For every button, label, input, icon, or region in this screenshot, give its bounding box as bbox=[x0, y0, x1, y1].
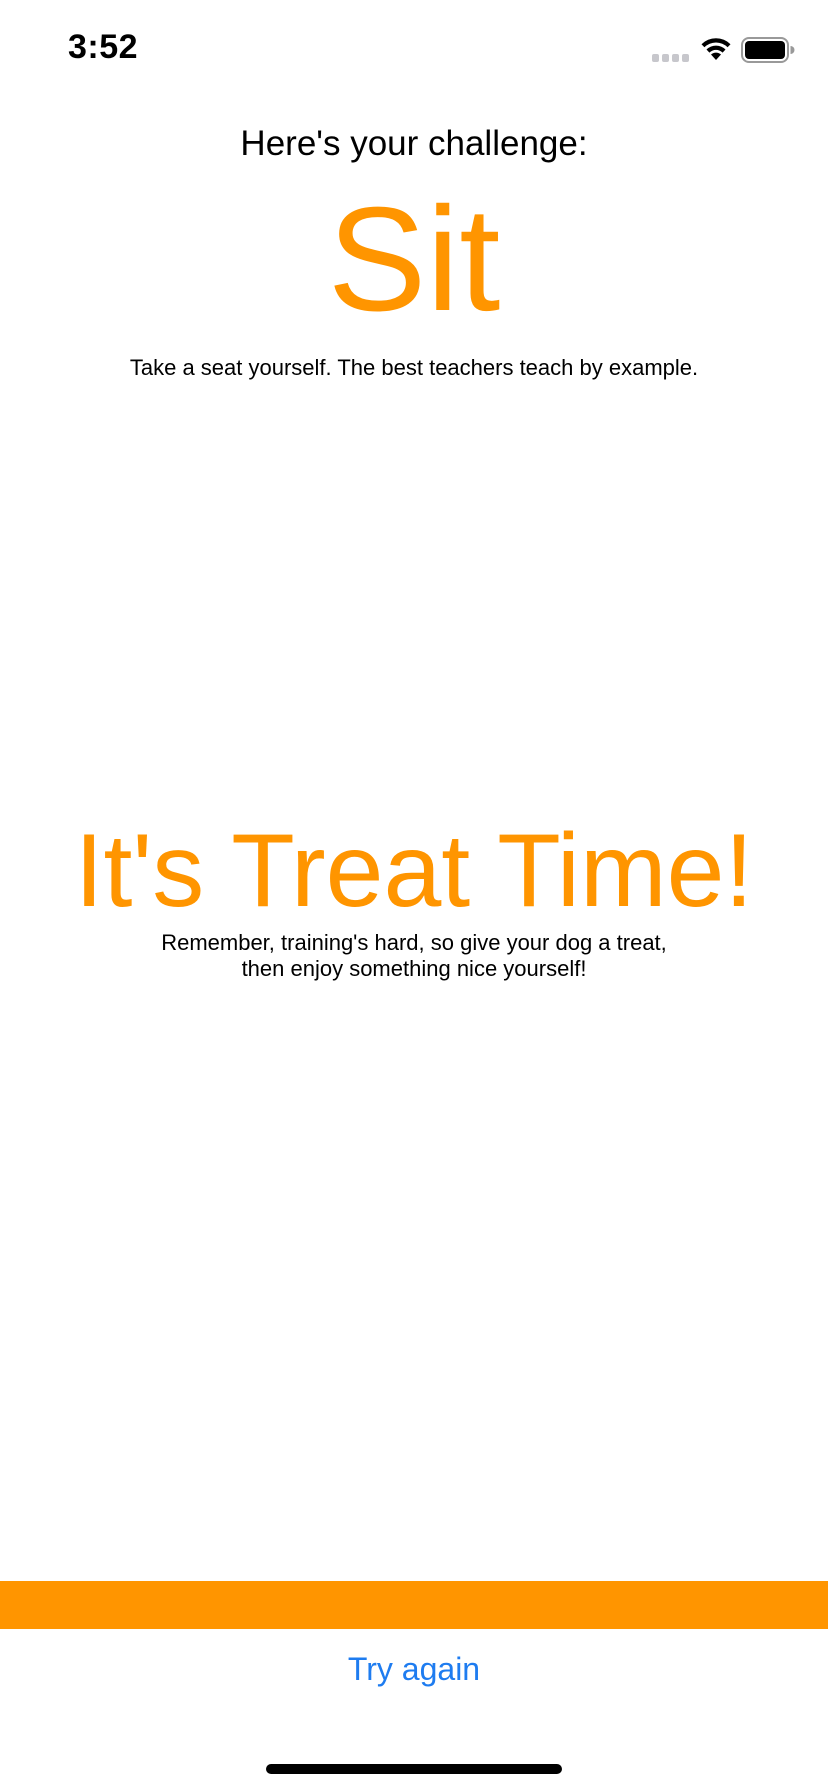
wifi-icon bbox=[699, 36, 733, 62]
challenge-command: Sit bbox=[327, 177, 501, 342]
treat-message: Remember, training's hard, so give your … bbox=[0, 930, 828, 982]
home-indicator[interactable] bbox=[266, 1764, 562, 1774]
battery-icon bbox=[741, 37, 795, 63]
accent-bar bbox=[0, 1581, 828, 1629]
try-again-button[interactable]: Try again bbox=[314, 1646, 514, 1692]
treat-title: It's Treat Time! bbox=[74, 813, 754, 929]
challenge-description: Take a seat yourself. The best teachers … bbox=[129, 355, 699, 380]
treat-message-line-1: Remember, training's hard, so give your … bbox=[161, 930, 667, 955]
signal-icon bbox=[652, 53, 690, 63]
status-bar: 3:52 bbox=[0, 0, 828, 100]
treat-message-line-2: then enjoy something nice yourself! bbox=[241, 956, 587, 981]
challenge-heading: Here's your challenge: bbox=[240, 124, 588, 163]
status-time: 3:52 bbox=[68, 28, 139, 66]
